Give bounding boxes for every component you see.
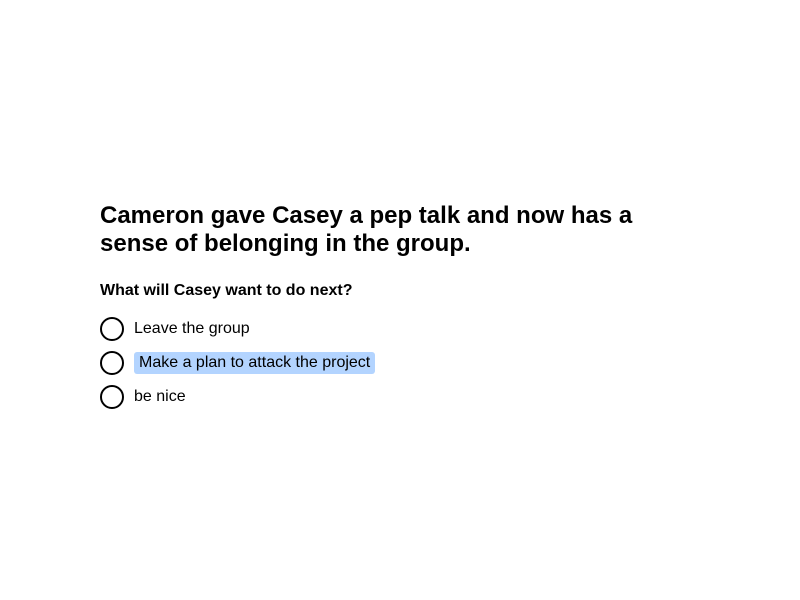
answer-option-be-nice[interactable]: be nice [100,385,680,409]
answer-option-make-plan[interactable]: Make a plan to attack the project [100,351,680,375]
radio-button[interactable] [100,385,124,409]
question-text: What will Casey want to do next? [100,282,353,299]
radio-button[interactable] [100,317,124,341]
answer-option-label: Leave the group [134,320,250,337]
answer-options: Leave the group Make a plan to attack th… [100,317,680,409]
radio-button[interactable] [100,351,124,375]
answer-option-label: be nice [134,388,186,405]
answer-option-leave-group[interactable]: Leave the group [100,317,680,341]
answer-option-label: Make a plan to attack the project [134,352,376,374]
question-card: Cameron gave Casey a pep talk and now ha… [100,202,680,419]
prompt-text: Cameron gave Casey a pep talk and now ha… [100,202,633,257]
